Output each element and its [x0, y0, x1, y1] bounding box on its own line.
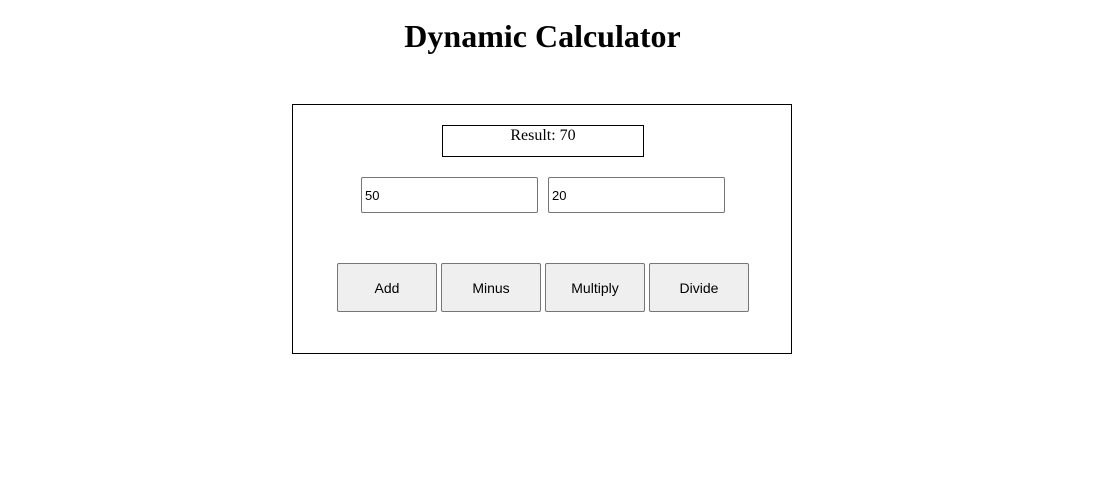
second-number-input[interactable] — [548, 177, 725, 213]
result-display: Result: 70 — [442, 125, 644, 157]
add-button[interactable]: Add — [337, 263, 437, 312]
multiply-button[interactable]: Multiply — [545, 263, 645, 312]
first-number-input[interactable] — [361, 177, 538, 213]
minus-button[interactable]: Minus — [441, 263, 541, 312]
page: Dynamic Calculator Result: 70 Add Minus … — [0, 0, 1103, 492]
divide-button[interactable]: Divide — [649, 263, 749, 312]
page-title: Dynamic Calculator — [404, 18, 681, 54]
